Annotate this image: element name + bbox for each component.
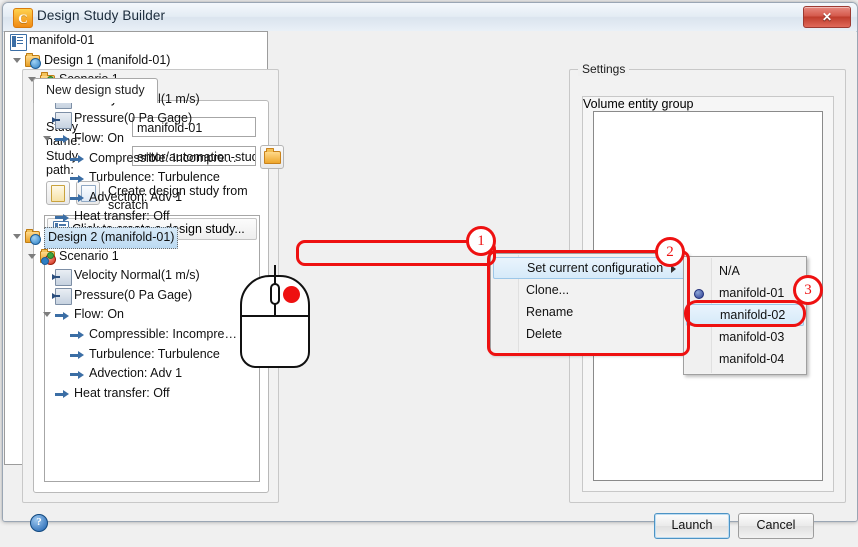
tree-item-label: Compressible: Incompre… [89, 326, 237, 341]
tree-item-label: Flow: On [74, 307, 125, 322]
annotation-badge-3: 3 [793, 275, 823, 305]
tab-new-design-study[interactable]: New design study [33, 78, 158, 103]
physics-arrow-icon [55, 386, 70, 401]
tree-item-label: Compressible: Incompre… [89, 150, 237, 165]
volume-entity-group-label: Volume entity group [583, 97, 694, 111]
tree-expander[interactable] [28, 252, 37, 261]
annotation-badge-1: 1 [466, 226, 496, 256]
book-icon [10, 33, 27, 51]
physics-arrow-icon [70, 171, 85, 186]
physics-arrow-icon [70, 190, 85, 205]
physics-arrow-icon [70, 367, 85, 382]
physics-arrow-icon [70, 151, 85, 166]
physics-arrow-icon [55, 308, 70, 323]
right-click-mouse-icon [240, 265, 312, 370]
scenario-folder-icon [40, 248, 56, 266]
close-icon[interactable]: ✕ [803, 6, 851, 28]
tree-item[interactable]: manifold-01 [4, 31, 856, 51]
cancel-button[interactable]: Cancel [738, 513, 814, 539]
launch-button[interactable]: Launch [654, 513, 730, 539]
submenu-item-label: N/A [719, 264, 740, 278]
annotation-highlight-manifold-02 [684, 300, 806, 327]
tree-item-label: manifold-01 [29, 33, 95, 47]
design-folder-icon [25, 228, 41, 246]
tree-item-label: Pressure(0 Pa Gage) [74, 287, 193, 302]
physics-arrow-icon [55, 210, 70, 225]
mouse-wheel-icon [270, 283, 280, 305]
settings-group-label: Settings [578, 62, 630, 76]
window-title: Design Study Builder [37, 8, 166, 23]
tree-item-label: Design 1 (manifold-01) [44, 52, 171, 67]
annotation-highlight-context-menu [487, 250, 690, 356]
submenu-item-label: manifold-03 [719, 330, 785, 344]
tree-item-label: Turbulence: Turbulence [89, 346, 220, 361]
tree-item-label: Pressure(0 Pa Gage) [74, 111, 193, 126]
tree-item-label: Design 2 (manifold-01) [44, 226, 179, 249]
physics-arrow-icon [55, 131, 70, 146]
submenu-item-label: manifold-04 [719, 352, 785, 366]
submenu-item-label: manifold-01 [719, 286, 785, 300]
submenu-item[interactable]: manifold-04 [685, 348, 805, 370]
tree-item-label: Velocity Normal(1 m/s) [74, 268, 200, 283]
mouse-button-divider [242, 315, 308, 317]
tree-item-label: Flow: On [74, 130, 125, 145]
physics-arrow-icon [70, 347, 85, 362]
right-button-highlight [283, 286, 300, 303]
tree-expander[interactable] [13, 232, 22, 241]
footer-bar: ? Launch Cancel [5, 501, 857, 547]
help-icon[interactable]: ? [30, 514, 48, 532]
tree-item-label: Advection: Adv 1 [89, 366, 183, 381]
tree-expander[interactable] [43, 310, 52, 319]
submenu-item[interactable]: N/A [685, 260, 805, 282]
tree-item-label: Turbulence: Turbulence [89, 170, 220, 185]
tree-expander[interactable] [43, 134, 52, 143]
tree-item-label: Heat transfer: Off [74, 209, 170, 224]
screenshot-root: C Design Study Builder ✕ New design stud… [0, 0, 858, 539]
tree-item-label: Scenario 1 [59, 248, 119, 263]
boundary-condition-icon [52, 268, 72, 286]
boundary-condition-icon [52, 111, 72, 129]
submenu-item[interactable]: manifold-03 [685, 326, 805, 348]
app-icon: C [13, 8, 33, 28]
radio-selected-icon [694, 289, 704, 299]
tree-item-label: Advection: Adv 1 [89, 189, 183, 204]
boundary-condition-icon [52, 288, 72, 306]
design-folder-icon [25, 52, 41, 70]
annotation-badge-2: 2 [655, 237, 685, 267]
tree-item-label: Heat transfer: Off [74, 385, 170, 400]
tree-item[interactable]: Design 1 (manifold-01) [4, 51, 856, 71]
tree-expander[interactable] [13, 56, 22, 65]
physics-arrow-icon [70, 327, 85, 342]
title-bar: C Design Study Builder ✕ [3, 3, 857, 32]
